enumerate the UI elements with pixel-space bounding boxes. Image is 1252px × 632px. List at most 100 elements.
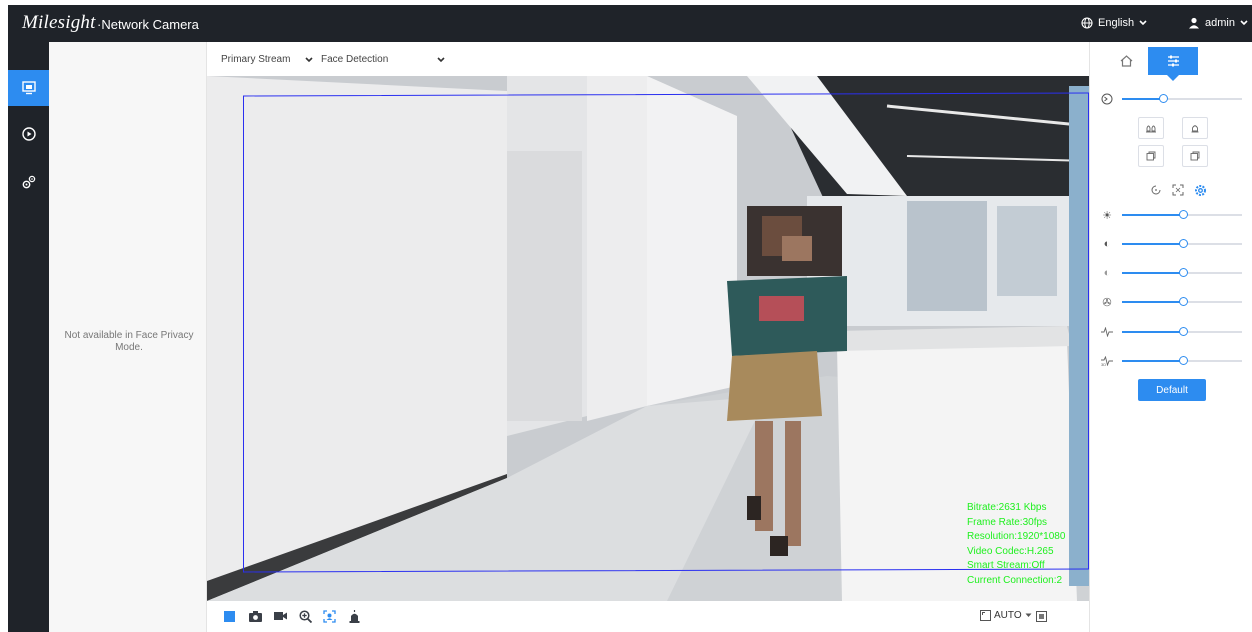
chevron-down-icon: [1139, 20, 1147, 26]
monitor-icon: [21, 81, 36, 95]
chevron-down-icon: [437, 57, 445, 63]
slider-fill: [1122, 360, 1184, 362]
crop-icon: [1172, 184, 1184, 196]
slider-knob[interactable]: [1158, 94, 1168, 103]
aperture-icon: ✇: [1102, 296, 1112, 309]
app: Milesight ·Network Camera English admin …: [0, 0, 1252, 632]
osd-line: Video Codec:H.265: [967, 545, 1054, 557]
nav-playback[interactable]: [8, 116, 49, 152]
user-icon: [1189, 17, 1199, 29]
region-focus-button[interactable]: [1172, 184, 1185, 197]
default-button[interactable]: Default: [1138, 379, 1206, 401]
sharpness-slider[interactable]: ✇: [1100, 295, 1248, 309]
record-button[interactable]: [273, 609, 287, 623]
slider-track: [1122, 94, 1242, 103]
display-mode-dropdown[interactable]: AUTO: [980, 610, 1032, 621]
slider-fill: [1122, 301, 1184, 303]
square-copy-icon: [1190, 151, 1200, 161]
stream-select-value: Primary Stream: [221, 54, 291, 65]
dnr-slider[interactable]: 3D: [1100, 354, 1248, 368]
alarm-light-icon: [349, 609, 359, 623]
brand-subtitle: ·Network Camera: [97, 17, 199, 32]
tab-ptz-home[interactable]: [1112, 47, 1140, 75]
iris-open-button[interactable]: [1138, 117, 1164, 139]
face-frame-button[interactable]: [322, 609, 336, 623]
osd-line: Smart Stream:Off: [967, 560, 1045, 571]
left-nav: [8, 42, 49, 632]
zoom-in-button[interactable]: [298, 609, 312, 623]
detection-mode-value: Face Detection: [321, 54, 389, 65]
refocus-button[interactable]: [1150, 184, 1163, 197]
brand-logo: Milesight: [22, 12, 96, 33]
slider-knob[interactable]: [1179, 268, 1189, 277]
slider-knob[interactable]: [1179, 356, 1189, 365]
brightness-slider[interactable]: ☀: [1100, 208, 1248, 222]
osd-line: Frame Rate:30fps: [967, 516, 1048, 528]
zoom-slider[interactable]: [1100, 92, 1248, 106]
tab-image-settings[interactable]: [1148, 47, 1198, 81]
focus-far-button[interactable]: [1182, 145, 1208, 167]
aspect-icon: [980, 610, 991, 621]
play-circle-icon: [21, 127, 36, 141]
slider-knob[interactable]: [1179, 239, 1189, 248]
slider-fill: [1122, 331, 1184, 333]
snapshot-button[interactable]: [248, 609, 262, 623]
top-bar: Milesight ·Network Camera English admin: [8, 5, 1252, 42]
image-settings-panel: ☀ ◐ ◐ ✇ 3D Default: [1089, 42, 1252, 632]
slider-fill: [1122, 98, 1163, 100]
face-privacy-notice: Not available in Face Privacy Mode.: [64, 330, 194, 353]
language-label: English: [1098, 17, 1135, 29]
contrast-slider[interactable]: ◐: [1100, 237, 1248, 251]
stop-icon: [223, 610, 235, 622]
slider-fill: [1122, 214, 1184, 216]
face-frame-icon: [322, 609, 336, 623]
osd-line: Resolution:1920*1080: [967, 531, 1066, 542]
osd-line: Current Connection:2: [967, 574, 1063, 586]
user-dropdown[interactable]: admin: [1188, 17, 1248, 29]
language-dropdown[interactable]: English: [1081, 17, 1147, 29]
ptz-panel: Not available in Face Privacy Mode.: [49, 42, 207, 632]
nav-settings[interactable]: [8, 164, 49, 200]
focus-near-button[interactable]: [1138, 145, 1164, 167]
stream-selector-row: Primary Stream Face Detection: [207, 42, 1089, 76]
lens-settings-button[interactable]: [1194, 184, 1207, 197]
detection-mode-select[interactable]: Face Detection: [321, 54, 451, 65]
slider-track: [1122, 327, 1242, 336]
video-camera-icon: [273, 612, 287, 620]
saturation-icon: ◐: [1103, 267, 1111, 279]
video-toolbar: AUTO: [207, 601, 1089, 632]
fullscreen-button[interactable]: [1034, 609, 1048, 623]
globe-icon: [1081, 17, 1093, 29]
sun-icon: ☀: [1102, 209, 1112, 222]
slider-track: [1122, 356, 1242, 365]
face-detection-region: [243, 92, 1089, 573]
waveform-3d-icon: 3D: [1100, 354, 1114, 368]
chevron-down-icon: [305, 57, 313, 63]
contrast-icon: ◐: [1103, 238, 1111, 250]
live-video[interactable]: Bitrate:2631 Kbps Frame Rate:30fps Resol…: [207, 76, 1089, 601]
slider-track: [1122, 268, 1242, 277]
zoom-in-icon: [298, 609, 312, 623]
stream-info-overlay: Bitrate:2631 Kbps Frame Rate:30fps Resol…: [967, 501, 1065, 588]
refresh-icon: [1151, 185, 1161, 195]
square-copy-icon: [1146, 151, 1156, 161]
slider-knob[interactable]: [1179, 297, 1189, 306]
chevron-down-icon: [1240, 20, 1248, 26]
chevron-down-icon: [1025, 613, 1032, 617]
sliders-icon: [1167, 55, 1179, 67]
slider-knob[interactable]: [1179, 327, 1189, 336]
gear-icon: [1195, 185, 1206, 196]
alarm-button[interactable]: [347, 609, 361, 623]
home-icon: [1120, 55, 1132, 67]
iris-close-button[interactable]: [1182, 117, 1208, 139]
noise-reduction-slider[interactable]: [1100, 325, 1248, 339]
stop-button[interactable]: [222, 609, 236, 623]
stream-select[interactable]: Primary Stream: [221, 54, 325, 65]
slider-fill: [1122, 243, 1184, 245]
nav-live-view[interactable]: [8, 70, 49, 106]
user-label: admin: [1205, 17, 1235, 29]
camera-icon: [248, 610, 262, 622]
slider-knob[interactable]: [1179, 210, 1189, 219]
bell-multi-icon: [1146, 125, 1156, 132]
saturation-slider[interactable]: ◐: [1100, 266, 1248, 280]
